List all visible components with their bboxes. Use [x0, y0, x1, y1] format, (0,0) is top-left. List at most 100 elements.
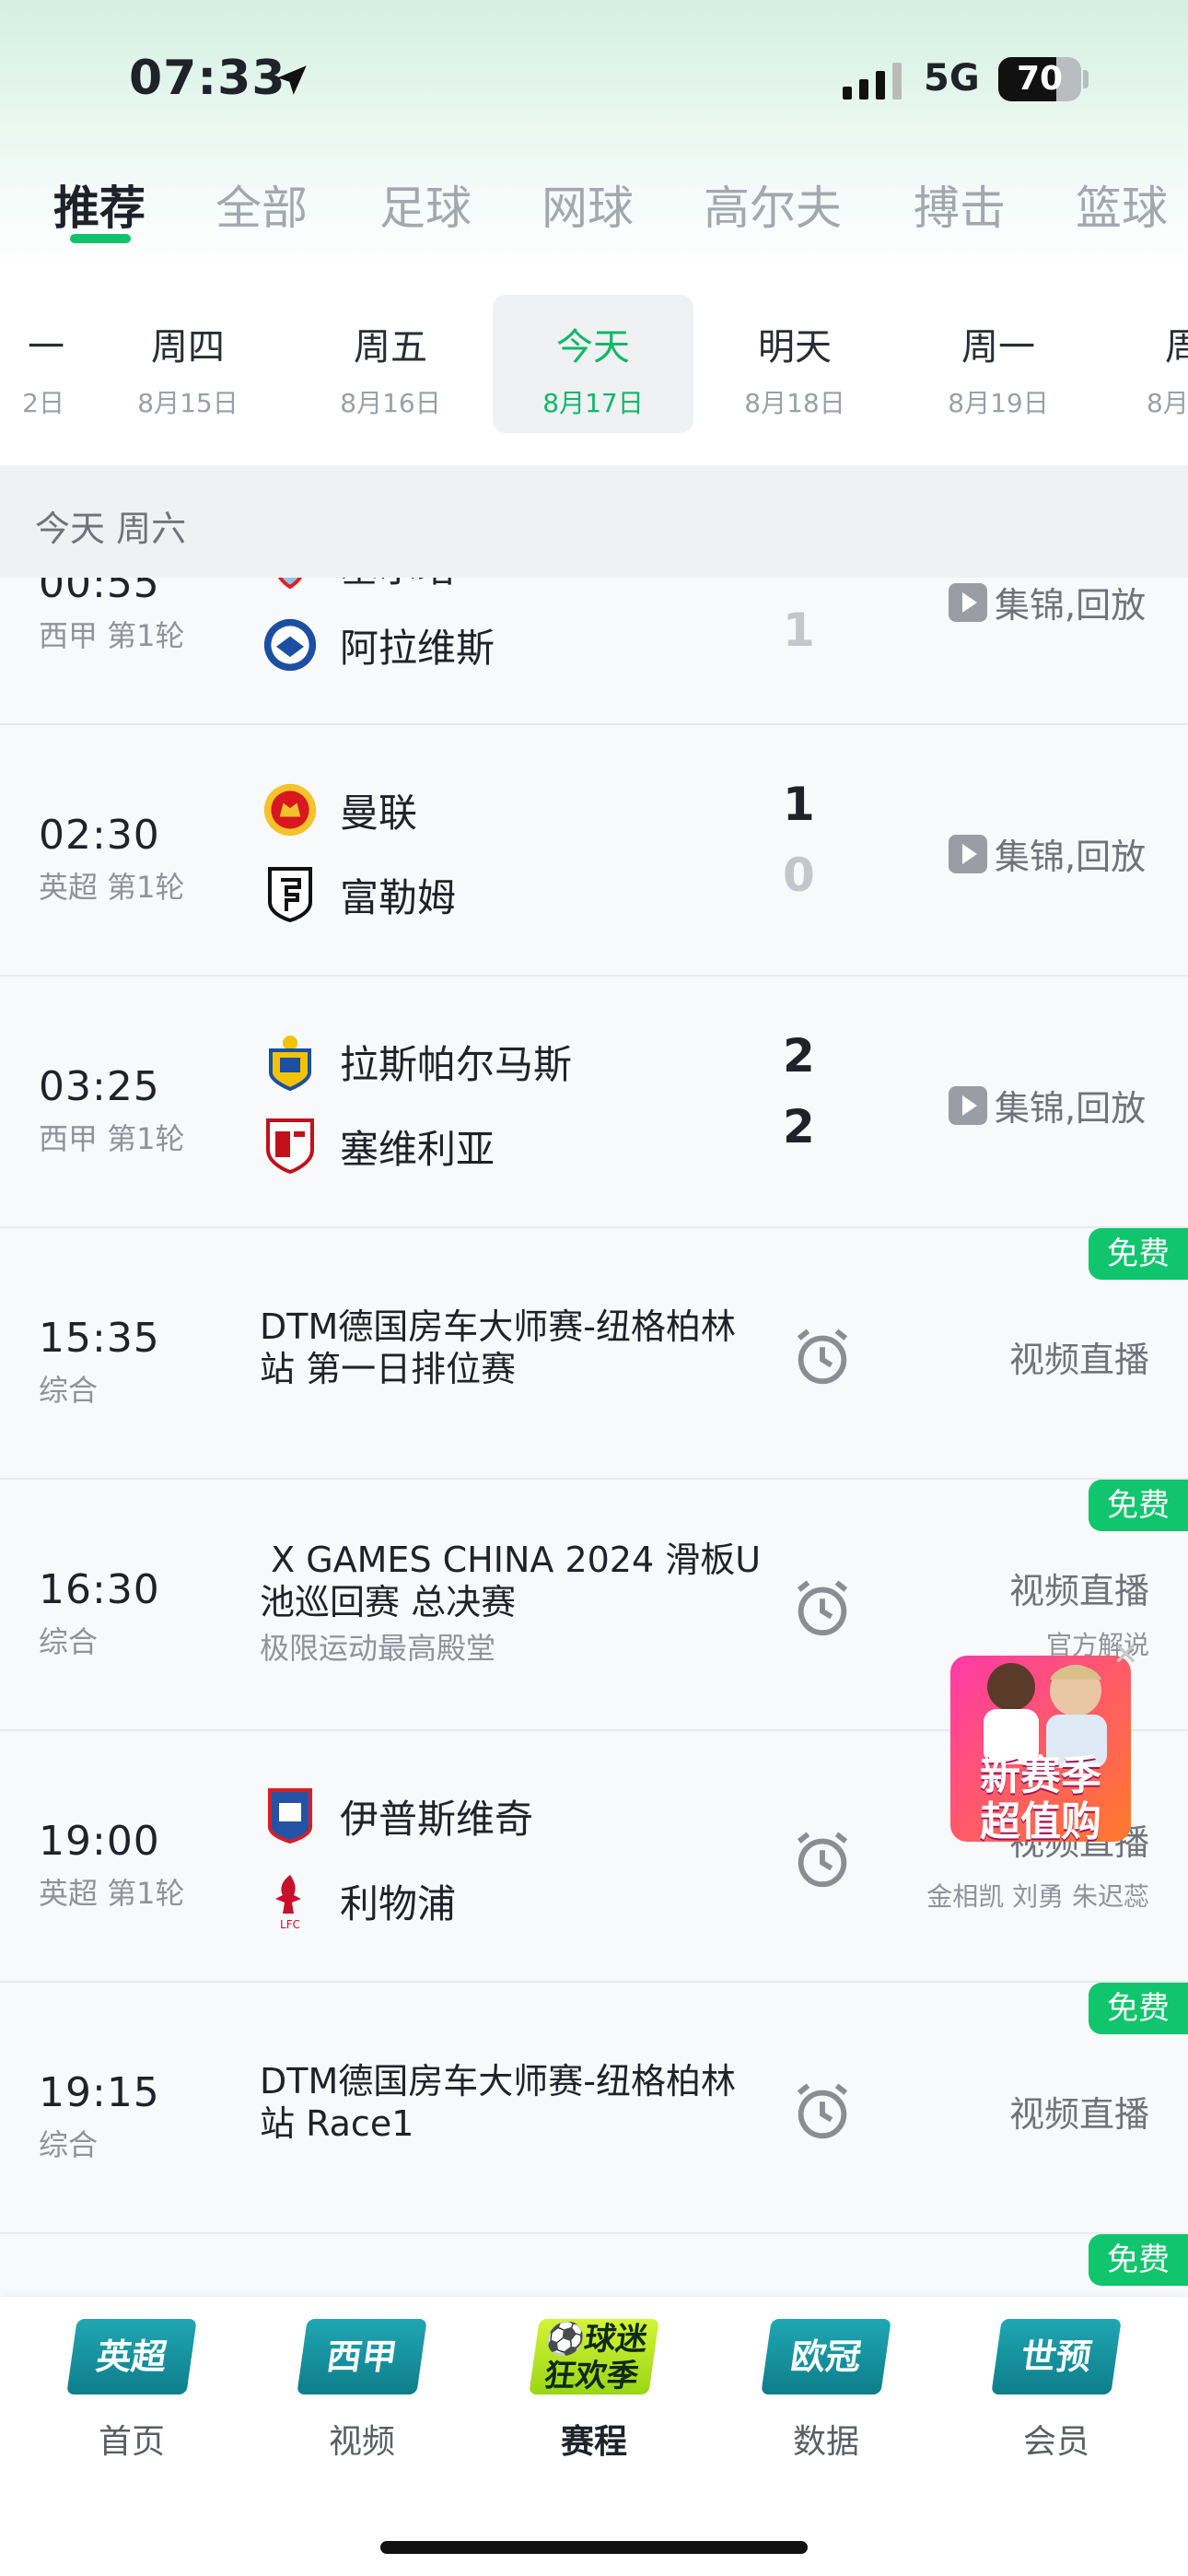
away-team: 阿拉维斯: [262, 613, 495, 677]
tab-golf[interactable]: 高尔夫: [704, 171, 842, 238]
replay-button[interactable]: 集锦,回放: [949, 828, 1146, 879]
battery-cap: [1083, 70, 1089, 88]
promo-text: 新赛季 超值购: [956, 1753, 1125, 1845]
event-category: 综合: [39, 2127, 99, 2162]
champions-league-badge-icon: 欧冠: [761, 2319, 891, 2395]
date-item-next[interactable]: 周 8月: [1128, 295, 1188, 433]
away-score: 1: [783, 603, 815, 657]
date-strip: 一 2日 周四 8月15日 周五 8月16日 今天 8月17日 明天 8月18日 周一 8月…: [0, 267, 1188, 465]
top-header: 07:33 5G 70 推荐 全部 足球 网球 高尔夫 搏击 篮球: [0, 0, 1188, 267]
live-stream-label[interactable]: 视频直播: [1009, 2086, 1149, 2137]
battery-percent: 70: [1016, 60, 1064, 98]
status-bar: 07:33 5G 70: [0, 0, 1188, 157]
away-score: 2: [783, 1100, 815, 1153]
location-arrow-icon: [277, 65, 307, 95]
match-competition: 西甲 第1轮: [39, 1121, 185, 1156]
event-row[interactable]: 免费 19:15 综合 DTM德国房车大师赛-纽格柏林站 Race1 视频直播: [0, 1983, 1188, 2234]
home-team-name: 拉斯帕尔马斯: [340, 1041, 573, 1087]
home-team-name: 伊普斯维奇: [340, 1796, 534, 1842]
tab-football[interactable]: 足球: [379, 171, 472, 238]
promo-banner[interactable]: 新赛季 超值购: [947, 1643, 1135, 1845]
tab-all[interactable]: 全部: [215, 171, 308, 238]
date-item-fri[interactable]: 周五 8月16日: [321, 295, 460, 433]
event-title: DTM德国房车大师赛-纽格柏林站 Race1: [260, 2061, 736, 2144]
fan-badge-line1: ⚽球迷: [542, 2321, 650, 2358]
sevilla-logo-icon: [262, 1118, 318, 1175]
tab-recommended[interactable]: 推荐: [53, 171, 146, 238]
free-badge: 免费: [1089, 1983, 1188, 2034]
replay-label: 集锦,回放: [995, 585, 1147, 626]
nav-item-home[interactable]: 英超 首页: [63, 2319, 201, 2463]
bottom-nav: 英超 首页 西甲 视频 ⚽球迷 狂欢季 赛程 欧冠 数据 世预 会员: [0, 2297, 1188, 2576]
nav-item-data[interactable]: 欧冠 数据: [757, 2319, 895, 2463]
section-date-label: 今天 周六: [35, 509, 187, 549]
away-score: 0: [783, 849, 815, 902]
date-item-mon[interactable]: 周一 8月19日: [929, 295, 1067, 433]
home-team: 拉斯帕尔马斯: [262, 1029, 572, 1094]
event-row[interactable]: 免费 15:35 综合 DTM德国房车大师赛-纽格柏林站 第一日排位赛 视频直播: [0, 1228, 1188, 1480]
event-row[interactable]: 免费: [0, 2234, 1188, 2297]
match-row[interactable]: 03:25 西甲 第1轮 拉斯帕尔马斯 塞维利亚 2 2 集锦,回放: [0, 977, 1188, 1228]
alarm-clock-icon[interactable]: [790, 1575, 855, 1640]
laliga-badge-icon: 西甲: [297, 2319, 427, 2395]
date-item-today[interactable]: 今天 8月17日: [493, 295, 693, 433]
tab-combat[interactable]: 搏击: [914, 171, 1006, 238]
play-icon: [949, 1085, 987, 1125]
category-tabs: 推荐 全部 足球 网球 高尔夫 搏击 篮球: [0, 166, 1188, 249]
nav-item-member[interactable]: 世预 会员: [987, 2319, 1125, 2463]
alarm-clock-icon[interactable]: [790, 1827, 855, 1891]
active-tab-indicator: [70, 234, 131, 243]
live-stream-label[interactable]: 视频直播: [1009, 1331, 1149, 1382]
match-row[interactable]: 02:30 英超 第1轮 曼联 富勒姆 1 0 集锦,回放: [0, 725, 1188, 977]
free-badge: 免费: [1089, 1228, 1188, 1280]
close-icon[interactable]: ✕: [1112, 1636, 1139, 1673]
play-icon: [949, 582, 987, 622]
date-item-tomorrow[interactable]: 明天 8月18日: [726, 295, 864, 433]
alarm-clock-icon[interactable]: [790, 2078, 855, 2143]
world-qualifier-badge-icon: 世预: [991, 2319, 1122, 2395]
away-team-name: 富勒姆: [340, 874, 457, 920]
liverpool-logo-icon: LFC: [262, 1873, 318, 1930]
alaves-logo-icon: [262, 617, 318, 673]
home-team-name: 曼联: [340, 790, 418, 836]
nav-item-video[interactable]: 西甲 视频: [293, 2319, 431, 2463]
event-category: 综合: [39, 1373, 99, 1408]
commentators-label: 金相凯 刘勇 朱迟蕊: [926, 1881, 1149, 1912]
event-time: 16:30: [39, 1566, 160, 1613]
tab-basketball[interactable]: 篮球: [1076, 171, 1168, 238]
man-utd-logo-icon: [262, 782, 318, 837]
home-score: 2: [783, 578, 815, 586]
match-row[interactable]: 00:55 西甲 第1轮 塞尔塔 阿拉维斯 2 1 集锦,回放: [0, 578, 1188, 725]
live-stream-label[interactable]: 视频直播: [1009, 1563, 1149, 1613]
tab-tennis[interactable]: 网球: [542, 171, 634, 238]
home-indicator[interactable]: [380, 2541, 808, 2554]
away-team: 富勒姆: [262, 862, 456, 927]
ipswich-logo-icon: [262, 1788, 318, 1844]
cellular-signal-icon: [843, 63, 902, 100]
away-team-name: 利物浦: [340, 1880, 457, 1926]
away-team-name: 塞维利亚: [340, 1126, 495, 1172]
match-competition: 西甲 第1轮: [39, 618, 185, 653]
nav-label: 赛程: [560, 2423, 627, 2461]
svg-text:LFC: LFC: [280, 1918, 300, 1930]
match-time: 19:00: [39, 1818, 160, 1865]
home-team: 塞尔塔: [262, 578, 456, 597]
match-competition: 英超 第1轮: [39, 1876, 185, 1911]
date-item-thu[interactable]: 周四 8月15日: [119, 295, 257, 433]
alarm-clock-icon[interactable]: [790, 1324, 855, 1388]
free-badge: 免费: [1089, 1480, 1188, 1531]
match-time: 00:55: [39, 578, 160, 607]
match-list: 00:55 西甲 第1轮 塞尔塔 阿拉维斯 2 1 集锦,回放 02:30 英超…: [0, 578, 1188, 2297]
replay-button[interactable]: 集锦,回放: [949, 578, 1146, 627]
home-score: 1: [783, 778, 815, 831]
nav-label: 首页: [98, 2423, 165, 2461]
premier-league-badge-icon: 英超: [66, 2319, 197, 2395]
date-item-prev[interactable]: 一 2日: [0, 295, 72, 433]
nav-label: 视频: [328, 2423, 395, 2461]
replay-button[interactable]: 集锦,回放: [949, 1080, 1146, 1130]
event-title: X GAMES CHINA 2024 滑板U池巡回赛 总决赛: [260, 1540, 762, 1622]
las-palmas-logo-icon: [262, 1034, 318, 1091]
nav-item-schedule[interactable]: ⚽球迷 狂欢季 赛程: [525, 2319, 663, 2463]
event-time: 19:15: [39, 2069, 160, 2116]
promo-line1: 新赛季: [980, 1752, 1101, 1799]
